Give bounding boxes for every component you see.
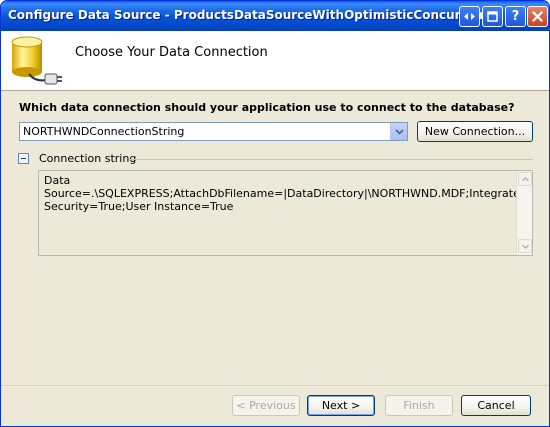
page-title: Choose Your Data Connection — [75, 45, 268, 60]
title-bar[interactable]: Configure Data Source - ProductsDataSour… — [1, 1, 549, 31]
finish-button[interactable]: Finish — [385, 395, 453, 416]
database-connection-icon — [11, 36, 62, 85]
section-divider — [129, 159, 533, 160]
close-icon — [532, 11, 543, 22]
previous-button[interactable]: < Previous — [232, 395, 300, 416]
connection-question-label: Which data connection should your applic… — [19, 101, 515, 114]
connection-select-value: NORTHWNDConnectionString — [23, 125, 185, 138]
vertical-scrollbar[interactable] — [516, 171, 532, 255]
help-button[interactable]: ? — [505, 6, 526, 27]
collapse-toggle-icon[interactable] — [18, 153, 29, 164]
connection-string-textbox[interactable]: Data Source=.\SQLEXPRESS;AttachDbFilenam… — [38, 170, 533, 256]
footer-divider — [1, 385, 549, 386]
close-button[interactable] — [527, 6, 548, 27]
wizard-header: Choose Your Data Connection — [1, 31, 549, 91]
chevron-down-icon[interactable] — [390, 123, 407, 140]
configure-data-source-dialog: Configure Data Source - ProductsDataSour… — [0, 0, 550, 427]
connection-string-label: Connection string — [39, 152, 137, 165]
maximize-button[interactable] — [482, 6, 503, 27]
connection-select[interactable]: NORTHWNDConnectionString — [19, 122, 408, 141]
scroll-down-icon[interactable] — [518, 239, 532, 253]
new-connection-button[interactable]: New Connection... — [417, 121, 533, 142]
window-title: Configure Data Source - ProductsDataSour… — [8, 8, 499, 22]
connection-string-value: Data Source=.\SQLEXPRESS;AttachDbFilenam… — [44, 174, 527, 213]
cancel-button[interactable]: Cancel — [461, 395, 531, 416]
scroll-up-icon[interactable] — [518, 172, 532, 186]
next-button[interactable]: Next > — [307, 395, 375, 416]
restore-arrows-icon[interactable] — [459, 6, 480, 27]
